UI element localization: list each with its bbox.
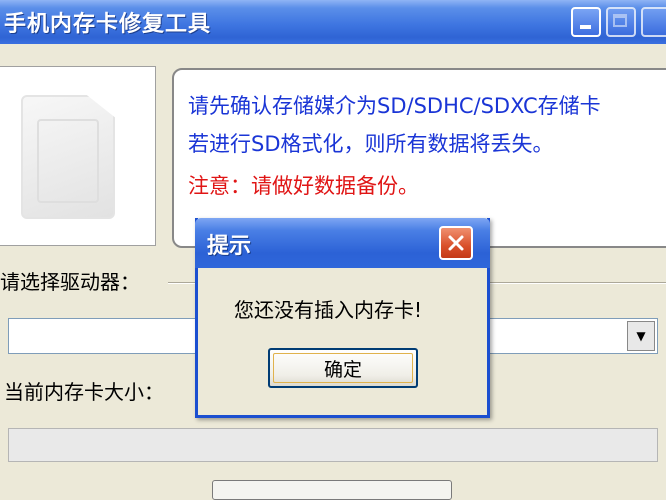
- close-button[interactable]: [641, 7, 666, 37]
- info-line-backup: 注意：请做好数据备份。: [188, 174, 419, 198]
- minimize-button[interactable]: [571, 7, 601, 37]
- close-icon: [448, 235, 464, 251]
- card-size-label: 当前内存卡大小：: [4, 380, 164, 404]
- dialog-titlebar[interactable]: 提示: [195, 218, 490, 268]
- info-line-media: 请先确认存储媒介为SD/SDHC/SDXC存储卡: [188, 94, 601, 118]
- message-dialog: 提示 您还没有插入内存卡! 确定: [195, 218, 490, 418]
- window-title: 手机内存卡修复工具: [4, 12, 212, 37]
- window-titlebar[interactable]: 手机内存卡修复工具: [0, 0, 666, 44]
- drive-label: 请选择驱动器：: [0, 270, 140, 294]
- card-size-field: [8, 428, 658, 462]
- info-line-warning: 若进行SD格式化，则所有数据将丢失。: [188, 132, 554, 156]
- sd-card-icon: [21, 95, 115, 219]
- sd-card-image-panel: [0, 66, 156, 246]
- action-button[interactable]: [212, 480, 452, 500]
- dropdown-arrow-icon[interactable]: ▼: [627, 321, 655, 351]
- ok-button[interactable]: 确定: [268, 348, 418, 388]
- dialog-title: 提示: [207, 234, 252, 259]
- dialog-close-button[interactable]: [439, 226, 473, 260]
- maximize-button[interactable]: [606, 7, 636, 37]
- dialog-message: 您还没有插入内存卡!: [234, 298, 423, 322]
